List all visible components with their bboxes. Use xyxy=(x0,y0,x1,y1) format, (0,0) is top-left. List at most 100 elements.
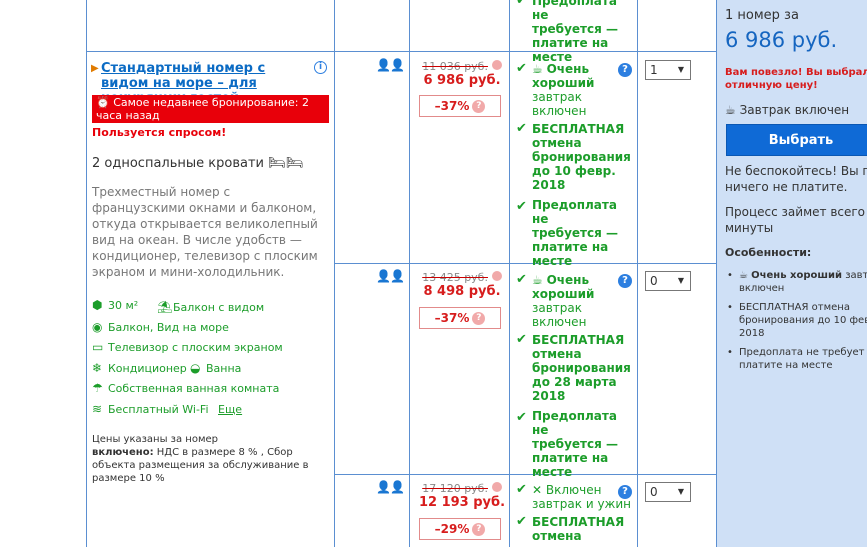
feature-text: платите на месте xyxy=(739,360,833,371)
chevron-down-icon: ▼ xyxy=(677,65,685,74)
cancel-line: БЕСПЛАТНАЯ xyxy=(532,515,625,529)
triangle-icon: ▶ xyxy=(91,63,99,74)
new-price: 6 986 руб. xyxy=(423,73,501,88)
info-icon[interactable]: i xyxy=(314,61,327,74)
more-facilities-link[interactable]: Еще xyxy=(218,403,242,416)
coffee-icon: ☕ xyxy=(725,103,736,117)
price-info-icon[interactable] xyxy=(491,60,502,70)
bath-icon: ◒ xyxy=(190,361,201,375)
old-price: 11 036 руб. xyxy=(422,60,488,73)
recent-booking-badge: ⏰ Самое недавнее бронирование: 2 часа на… xyxy=(92,95,329,123)
prepay-line: Предоплата не xyxy=(532,409,617,437)
facility-label: Телевизор с плоским экраном xyxy=(108,341,283,354)
total-price: 6 986 руб. xyxy=(725,28,838,52)
discount-badge: –37%? xyxy=(419,307,501,329)
room-count-select[interactable]: 0 ▼ xyxy=(645,271,691,291)
check-icon: ✔ xyxy=(516,121,527,136)
prepay-line: требуется — xyxy=(532,22,618,36)
prices-note: Цены указаны за номер включено: НДС в ра… xyxy=(92,433,332,485)
price-info-icon[interactable] xyxy=(491,482,502,492)
old-price: 17 120 руб. xyxy=(422,482,488,495)
coffee-icon: ☕ xyxy=(532,62,543,76)
meal-text: включен xyxy=(532,104,587,118)
lucky-line: Вам повезло! Вы выбрали xyxy=(725,67,867,78)
select-value: 1 xyxy=(650,63,658,77)
check-icon: ✔ xyxy=(516,410,527,425)
prices-note-text: Цены указаны за номер xyxy=(92,434,218,445)
process-line: минуты xyxy=(725,221,774,235)
discount-info-icon[interactable]: ? xyxy=(472,523,486,536)
cancel-line: отмена xyxy=(532,136,582,150)
check-icon: ✔ xyxy=(516,272,527,287)
cancel-line: отмена xyxy=(532,347,582,361)
lucky-message: Вам повезло! Вы выбрали отличную цену! xyxy=(725,66,867,92)
booking-sidebar: 1 номер за 6 986 руб. Вам повезло! Вы вы… xyxy=(717,0,867,547)
conditions-cell: ✔ ☕ Очень хороший завтрак включен ✔ БЕСП… xyxy=(516,62,634,269)
facility-label: Балкон с видом xyxy=(173,301,265,314)
check-icon: ✔ xyxy=(516,0,527,8)
new-price: 12 193 руб. xyxy=(418,495,506,510)
process-text: Процесс займет всего 2 минуты xyxy=(725,204,867,236)
discount-info-icon[interactable]: ? xyxy=(472,100,486,113)
reserve-button[interactable]: Выбрать xyxy=(726,124,867,156)
meal-text: включен xyxy=(532,315,587,329)
facility-label: Бесплатный Wi-Fi xyxy=(108,403,209,416)
balcony-icon: ⛱ xyxy=(157,300,173,314)
features-list: • ☕ Очень хороший завт включен • БЕСПЛАТ… xyxy=(725,269,867,372)
feature-item: • Предоплата не требует платите на месте xyxy=(725,346,867,372)
prepay-line: месте xyxy=(532,254,573,268)
alarm-icon: ⏰ xyxy=(96,96,110,109)
check-icon: ✔ xyxy=(516,482,527,497)
room-description: Трехместный номер с французскими окнами … xyxy=(92,185,318,279)
shower-icon: ☂ xyxy=(92,381,103,395)
discount-value: –29% xyxy=(434,522,470,536)
cancel-line: БЕСПЛАТНАЯ xyxy=(532,333,625,347)
ac-icon: ❄ xyxy=(92,361,103,375)
no-worries-line: Не беспокойтесь! Вы по xyxy=(725,164,867,178)
room-count-select[interactable]: 1 ▼ xyxy=(645,60,691,80)
prepay-line: требуется — xyxy=(532,226,618,240)
price-info-icon[interactable] xyxy=(491,271,502,281)
facility-wifi: ≋ Бесплатный Wi-Fi Еще xyxy=(92,402,242,416)
view-icon: ◉ xyxy=(92,320,103,334)
facility-view: ◉ Балкон, Вид на море xyxy=(92,320,229,334)
meal-text: хороший xyxy=(532,76,595,90)
discount-badge: –37%? xyxy=(419,95,501,117)
discount-info-icon[interactable]: ? xyxy=(472,312,486,325)
prepay-line: платите на xyxy=(532,451,609,465)
conditions-cell: ✔ ☕ Очень хороший завтрак включен ✔ БЕСП… xyxy=(516,272,634,480)
meal-text: Очень xyxy=(546,273,590,287)
features-title: Особенности: xyxy=(725,246,812,259)
check-icon: ✔ xyxy=(516,332,527,347)
facility-balcony: ⛱Балкон с видом xyxy=(157,300,264,314)
discount-value: –37% xyxy=(434,311,470,325)
conditions-info-icon[interactable]: ? xyxy=(618,485,632,499)
conditions-info-icon[interactable]: ? xyxy=(618,274,632,288)
cancel-line: бронирования xyxy=(532,150,631,164)
meal-text: завтрак и ужин xyxy=(532,497,631,511)
prepay-line: месте xyxy=(532,465,573,479)
facility-label: Собственная ванная комната xyxy=(108,382,280,395)
select-value: 0 xyxy=(650,485,658,499)
facility-label: 30 м² xyxy=(108,299,139,312)
breakfast-included: ☕ Завтрак включен xyxy=(725,103,849,117)
facility-tv: ▭ Телевизор с плоским экраном xyxy=(92,340,283,354)
prepay-line: платите на xyxy=(532,240,609,254)
conditions-info-icon[interactable]: ? xyxy=(618,63,632,77)
table-border xyxy=(409,0,410,547)
table-border xyxy=(334,0,335,547)
chevron-down-icon: ▼ xyxy=(677,487,685,496)
cancel-line: отмена xyxy=(532,529,582,543)
select-value: 0 xyxy=(650,274,658,288)
size-icon: ⬢ xyxy=(92,298,103,312)
process-line: Процесс займет всего 2 xyxy=(725,205,867,219)
room-count-label: 1 номер за xyxy=(725,8,799,23)
facility-label: Ванна xyxy=(206,362,242,375)
room-count-select[interactable]: 0 ▼ xyxy=(645,482,691,502)
feature-item: • БЕСПЛАТНАЯ отмена бронирования до 10 ф… xyxy=(725,301,867,340)
coffee-icon: ☕ xyxy=(532,273,543,287)
tv-icon: ▭ xyxy=(92,340,104,354)
meal-text: хороший xyxy=(532,287,595,301)
bed-info: 2 односпальные кровати 🛏🛏 xyxy=(92,155,304,171)
meal-text: Очень xyxy=(546,62,590,76)
